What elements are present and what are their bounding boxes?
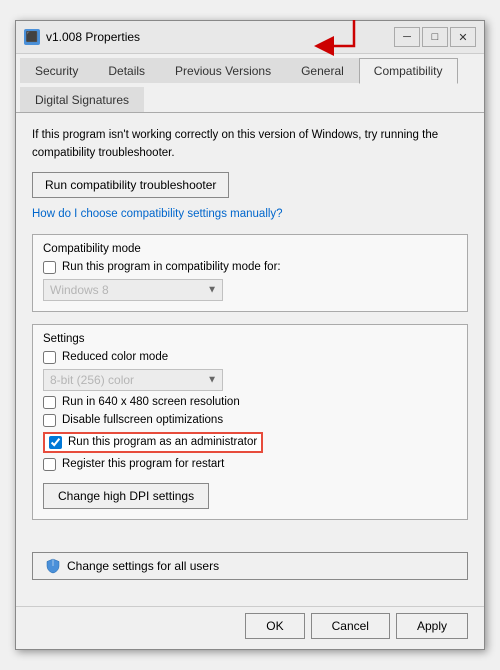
change-dpi-button[interactable]: Change high DPI settings xyxy=(43,483,209,509)
title-bar-controls: ─ □ ✕ xyxy=(394,27,476,47)
manual-settings-link[interactable]: How do I choose compatibility settings m… xyxy=(32,208,468,220)
fullscreen-checkbox[interactable] xyxy=(43,414,56,427)
ok-button[interactable]: OK xyxy=(245,613,304,639)
title-bar-left: ⬛ v1.008 Properties xyxy=(24,29,140,45)
compatibility-mode-checkbox[interactable] xyxy=(43,261,56,274)
apply-button[interactable]: Apply xyxy=(396,613,468,639)
close-button[interactable]: ✕ xyxy=(450,27,476,47)
compatibility-mode-checkbox-row: Run this program in compatibility mode f… xyxy=(43,261,457,274)
resolution-row: Run in 640 x 480 screen resolution xyxy=(43,396,457,409)
tab-bar-wrapper: Security Details Previous Versions Gener… xyxy=(16,54,484,113)
fullscreen-label: Disable fullscreen optimizations xyxy=(62,414,223,426)
compatibility-dropdown-row: Windows 8 Windows 7 Windows Vista Window… xyxy=(43,279,457,301)
change-all-label: Change settings for all users xyxy=(67,559,219,573)
main-content: If this program isn't working correctly … xyxy=(16,113,484,546)
maximize-button[interactable]: □ xyxy=(422,27,448,47)
reduced-color-label: Reduced color mode xyxy=(62,351,168,363)
settings-group: Settings Reduced color mode 8-bit (256) … xyxy=(32,324,468,520)
tab-bar: Security Details Previous Versions Gener… xyxy=(16,54,484,113)
color-depth-dropdown-row: 8-bit (256) color ▼ xyxy=(43,369,457,391)
settings-group-label: Settings xyxy=(43,333,457,345)
window-title: v1.008 Properties xyxy=(46,30,140,44)
shield-icon xyxy=(45,558,61,574)
compatibility-dropdown[interactable]: Windows 8 Windows 7 Windows Vista Window… xyxy=(43,279,223,301)
resolution-label: Run in 640 x 480 screen resolution xyxy=(62,396,240,408)
title-bar: ⬛ v1.008 Properties ─ □ ✕ xyxy=(16,21,484,54)
compatibility-mode-label: Compatibility mode xyxy=(43,243,457,255)
minimize-button[interactable]: ─ xyxy=(394,27,420,47)
compatibility-dropdown-wrapper: Windows 8 Windows 7 Windows Vista Window… xyxy=(43,279,223,301)
tab-security[interactable]: Security xyxy=(20,58,93,83)
admin-label: Run this program as an administrator xyxy=(68,436,257,448)
restart-checkbox[interactable] xyxy=(43,458,56,471)
admin-highlighted-row: Run this program as an administrator xyxy=(43,432,263,453)
bottom-section: Change settings for all users xyxy=(16,546,484,606)
cancel-button[interactable]: Cancel xyxy=(311,613,390,639)
footer-buttons: OK Cancel Apply xyxy=(16,606,484,649)
reduced-color-row: Reduced color mode xyxy=(43,351,457,364)
change-all-button[interactable]: Change settings for all users xyxy=(32,552,468,580)
tab-compatibility[interactable]: Compatibility xyxy=(359,58,458,84)
restart-label: Register this program for restart xyxy=(62,458,224,470)
admin-checkbox[interactable] xyxy=(49,436,62,449)
info-text: If this program isn't working correctly … xyxy=(32,127,468,162)
tab-previous-versions[interactable]: Previous Versions xyxy=(160,58,286,83)
compatibility-mode-group: Compatibility mode Run this program in c… xyxy=(32,234,468,312)
color-depth-dropdown-wrapper: 8-bit (256) color ▼ xyxy=(43,369,223,391)
window-icon: ⬛ xyxy=(24,29,40,45)
tab-details[interactable]: Details xyxy=(93,58,160,83)
compatibility-mode-checkbox-label: Run this program in compatibility mode f… xyxy=(62,261,281,273)
admin-row: Run this program as an administrator xyxy=(43,432,457,453)
tab-digital-signatures[interactable]: Digital Signatures xyxy=(20,87,144,112)
color-depth-dropdown[interactable]: 8-bit (256) color xyxy=(43,369,223,391)
tab-general[interactable]: General xyxy=(286,58,359,83)
properties-window: ⬛ v1.008 Properties ─ □ ✕ Security Detai… xyxy=(15,20,485,650)
troubleshoot-button[interactable]: Run compatibility troubleshooter xyxy=(32,172,229,198)
fullscreen-row: Disable fullscreen optimizations xyxy=(43,414,457,427)
resolution-checkbox[interactable] xyxy=(43,396,56,409)
restart-row: Register this program for restart xyxy=(43,458,457,471)
reduced-color-checkbox[interactable] xyxy=(43,351,56,364)
